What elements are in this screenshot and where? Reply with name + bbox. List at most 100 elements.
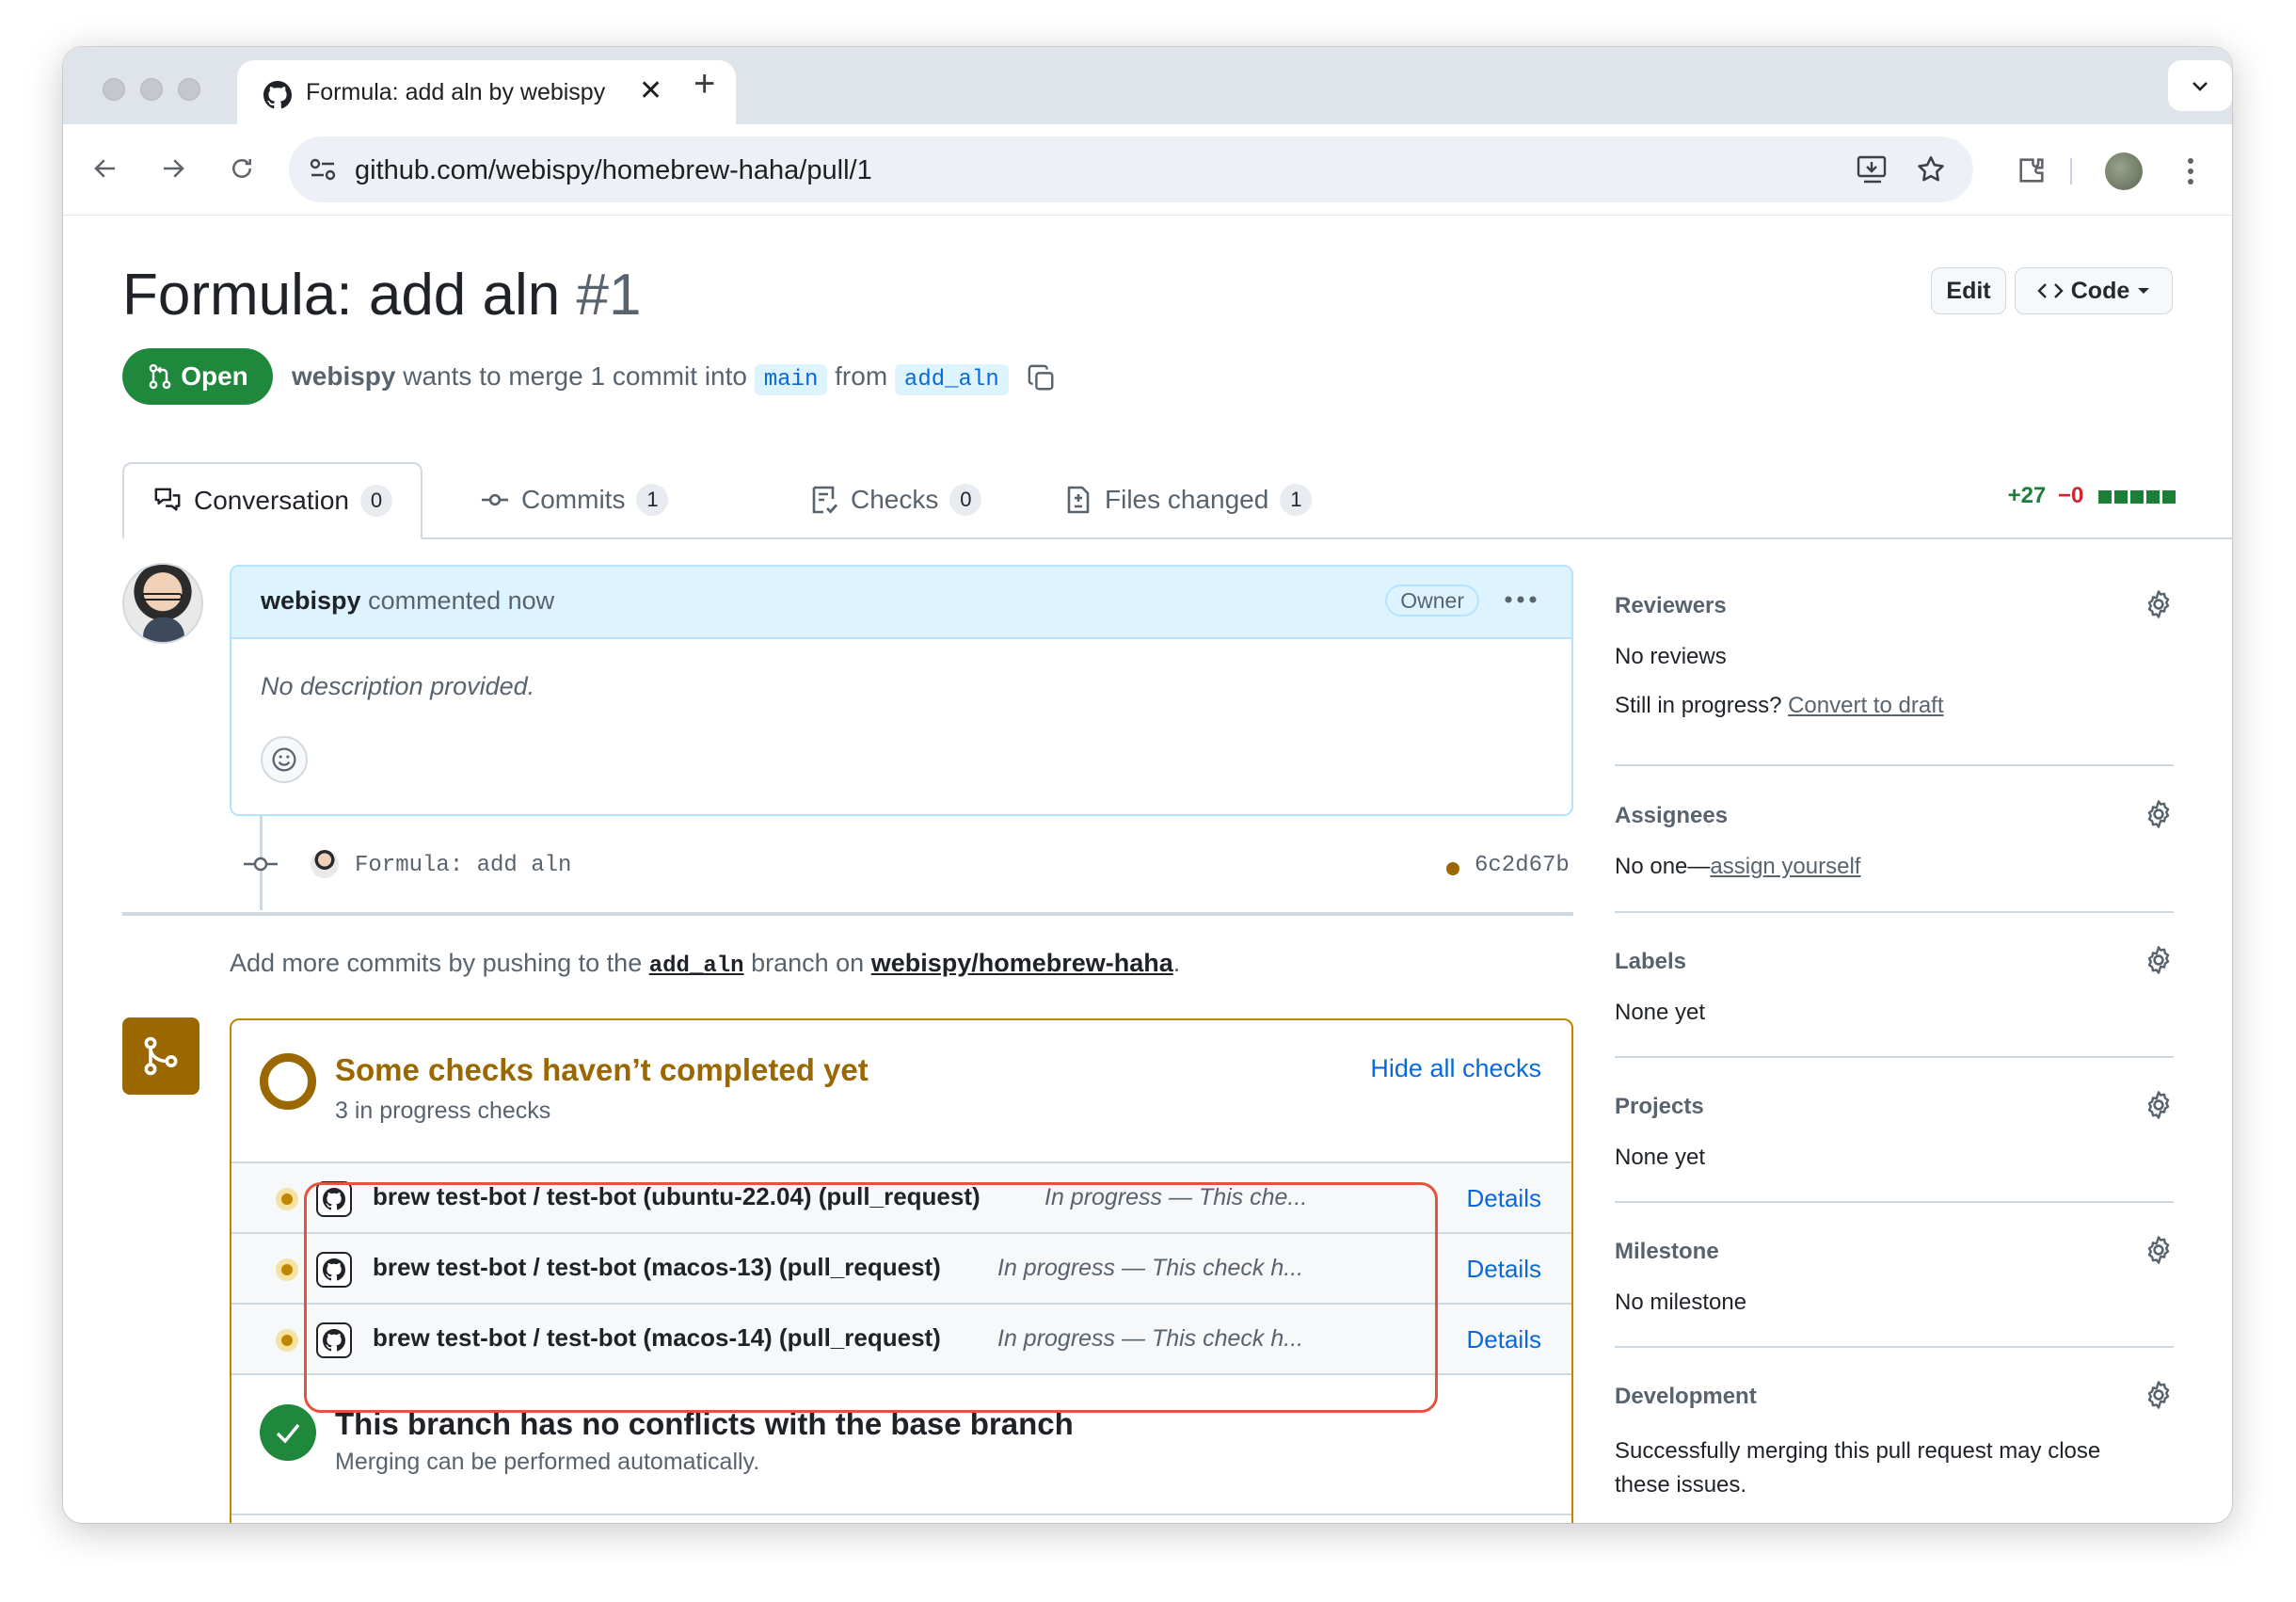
site-settings-icon[interactable]: [308, 155, 338, 184]
back-button[interactable]: [82, 145, 129, 192]
merge-ok-icon: [260, 1404, 316, 1461]
browser-toolbar: github.com/webispy/homebrew-haha/pull/1: [63, 124, 2232, 216]
code-icon: [2037, 283, 2064, 298]
comment-author-avatar[interactable]: [122, 563, 203, 644]
development-value: Successfully merging this pull request m…: [1615, 1438, 2101, 1498]
close-window-button[interactable]: [103, 78, 125, 101]
check-icon: [276, 1423, 300, 1444]
maximize-window-button[interactable]: [178, 78, 200, 101]
comment-body: No description provided.: [261, 672, 535, 700]
add-reaction-button[interactable]: [261, 736, 308, 783]
labels-value: None yet: [1615, 1000, 1706, 1025]
checklist-icon: [812, 486, 838, 514]
install-app-icon[interactable]: [1857, 154, 1889, 184]
file-diff-icon: [1067, 486, 1090, 514]
tab-label: Commits: [521, 485, 626, 514]
details-link[interactable]: Details: [1467, 1325, 1541, 1354]
head-branch[interactable]: add_aln: [894, 364, 1009, 395]
development-heading: Development: [1615, 1384, 1757, 1409]
edit-button[interactable]: Edit: [1931, 267, 2006, 314]
push-hint-suffix: .: [1172, 949, 1181, 977]
assignees-prefix: No one—: [1615, 854, 1711, 879]
gear-icon[interactable]: [2144, 945, 2174, 975]
sidebar-divider: [1615, 1201, 2174, 1203]
draft-prefix: Still in progress?: [1615, 693, 1782, 718]
tab-counter: 0: [949, 484, 982, 516]
commit-message[interactable]: Formula: add aln: [355, 853, 571, 878]
tab-checks[interactable]: Checks 0: [809, 462, 982, 537]
github-pr-page: Formula: add aln #1 Edit Code Open webis…: [63, 215, 2232, 1523]
gear-icon[interactable]: [2144, 1380, 2174, 1410]
tab-conversation[interactable]: Conversation 0: [122, 462, 423, 539]
push-hint-prefix: Add more commits by pushing to the: [230, 949, 643, 977]
assign-yourself-link[interactable]: assign yourself: [1710, 854, 1860, 879]
bookmark-star-icon[interactable]: [1915, 153, 1947, 185]
merge-box-icon-tile: [122, 1017, 199, 1095]
address-bar[interactable]: github.com/webispy/homebrew-haha/pull/1: [289, 136, 1973, 202]
push-hint-repo[interactable]: webispy/homebrew-haha: [871, 949, 1173, 977]
close-tab-icon[interactable]: ✕: [639, 74, 662, 107]
pr-state-badge: Open: [122, 348, 273, 405]
projects-heading: Projects: [1615, 1094, 1704, 1119]
commit-status-dot[interactable]: [1446, 862, 1459, 875]
pr-author-link[interactable]: webispy: [292, 361, 395, 391]
arrow-left-icon: [94, 159, 115, 178]
browser-window: Formula: add aln by webispy ✕ + github.c…: [63, 47, 2232, 1523]
merge-text: wants to merge 1 commit into: [403, 361, 747, 391]
diffstat-bar: [2096, 483, 2176, 508]
sidebar-divider: [1615, 764, 2174, 766]
profile-avatar[interactable]: [2105, 152, 2143, 190]
gear-icon[interactable]: [2144, 1235, 2174, 1265]
comment-author[interactable]: webispy: [261, 586, 361, 615]
copy-icon[interactable]: [1028, 364, 1056, 392]
base-branch[interactable]: main: [754, 364, 828, 395]
toolbar-divider: [2070, 158, 2072, 184]
tab-label: Checks: [851, 485, 939, 514]
convert-to-draft-link[interactable]: Convert to draft: [1788, 693, 1943, 718]
pr-state-label: Open: [181, 361, 248, 391]
forward-button[interactable]: [150, 145, 197, 192]
push-hint-middle: branch on: [751, 949, 865, 977]
gear-icon[interactable]: [2144, 799, 2174, 829]
tab-search-button[interactable]: [2168, 60, 2232, 111]
reload-icon: [232, 159, 251, 178]
tab-files-changed[interactable]: Files changed 1: [1063, 462, 1313, 537]
tab-commits[interactable]: Commits 1: [480, 462, 669, 537]
reload-button[interactable]: [218, 145, 265, 192]
pr-meta: webispy wants to merge 1 commit into mai…: [292, 361, 1056, 395]
tab-label: Conversation: [194, 486, 349, 515]
smiley-icon: [272, 747, 296, 772]
kebab-menu-icon[interactable]: [2186, 156, 2195, 186]
comment-action[interactable]: commented now: [368, 586, 554, 615]
new-tab-button[interactable]: +: [694, 63, 715, 105]
gear-icon[interactable]: [2144, 589, 2174, 619]
diffstat-added: +27: [2007, 483, 2047, 508]
checks-subtitle: 3 in progress checks: [335, 1097, 551, 1124]
milestone-value: No milestone: [1615, 1290, 1747, 1315]
extensions-icon[interactable]: [2016, 154, 2048, 186]
reviewers-heading: Reviewers: [1615, 593, 1727, 618]
timeline-break: [122, 912, 1573, 916]
tab-counter: 1: [1280, 484, 1313, 516]
tab-title: Formula: add aln by webispy: [306, 79, 606, 105]
pr-tabs: Conversation 0 Commits 1 Checks 0 Files …: [122, 462, 2232, 539]
sidebar-divider: [1615, 911, 2174, 913]
tab-counter: 0: [359, 485, 392, 517]
minimize-window-button[interactable]: [140, 78, 163, 101]
details-link[interactable]: Details: [1467, 1255, 1541, 1284]
code-button[interactable]: Code: [2015, 267, 2173, 314]
sidebar-divider: [1615, 1346, 2174, 1348]
pr-number: #1: [576, 263, 642, 328]
push-hint-branch[interactable]: add_aln: [649, 953, 744, 979]
merge-status-subtitle: Merging can be performed automatically.: [335, 1449, 760, 1475]
kebab-horizontal-icon[interactable]: [1504, 595, 1538, 604]
url-text[interactable]: github.com/webispy/homebrew-haha/pull/1: [355, 155, 872, 186]
commit-sha[interactable]: 6c2d67b: [1475, 853, 1570, 878]
owner-badge: Owner: [1385, 585, 1479, 617]
commit-author-avatar[interactable]: [311, 850, 339, 878]
assignees-value: No one—assign yourself: [1615, 854, 1860, 880]
gear-icon[interactable]: [2144, 1090, 2174, 1120]
browser-tab[interactable]: Formula: add aln by webispy ✕: [237, 60, 736, 124]
details-link[interactable]: Details: [1467, 1184, 1541, 1213]
hide-all-checks-link[interactable]: Hide all checks: [1370, 1054, 1541, 1083]
